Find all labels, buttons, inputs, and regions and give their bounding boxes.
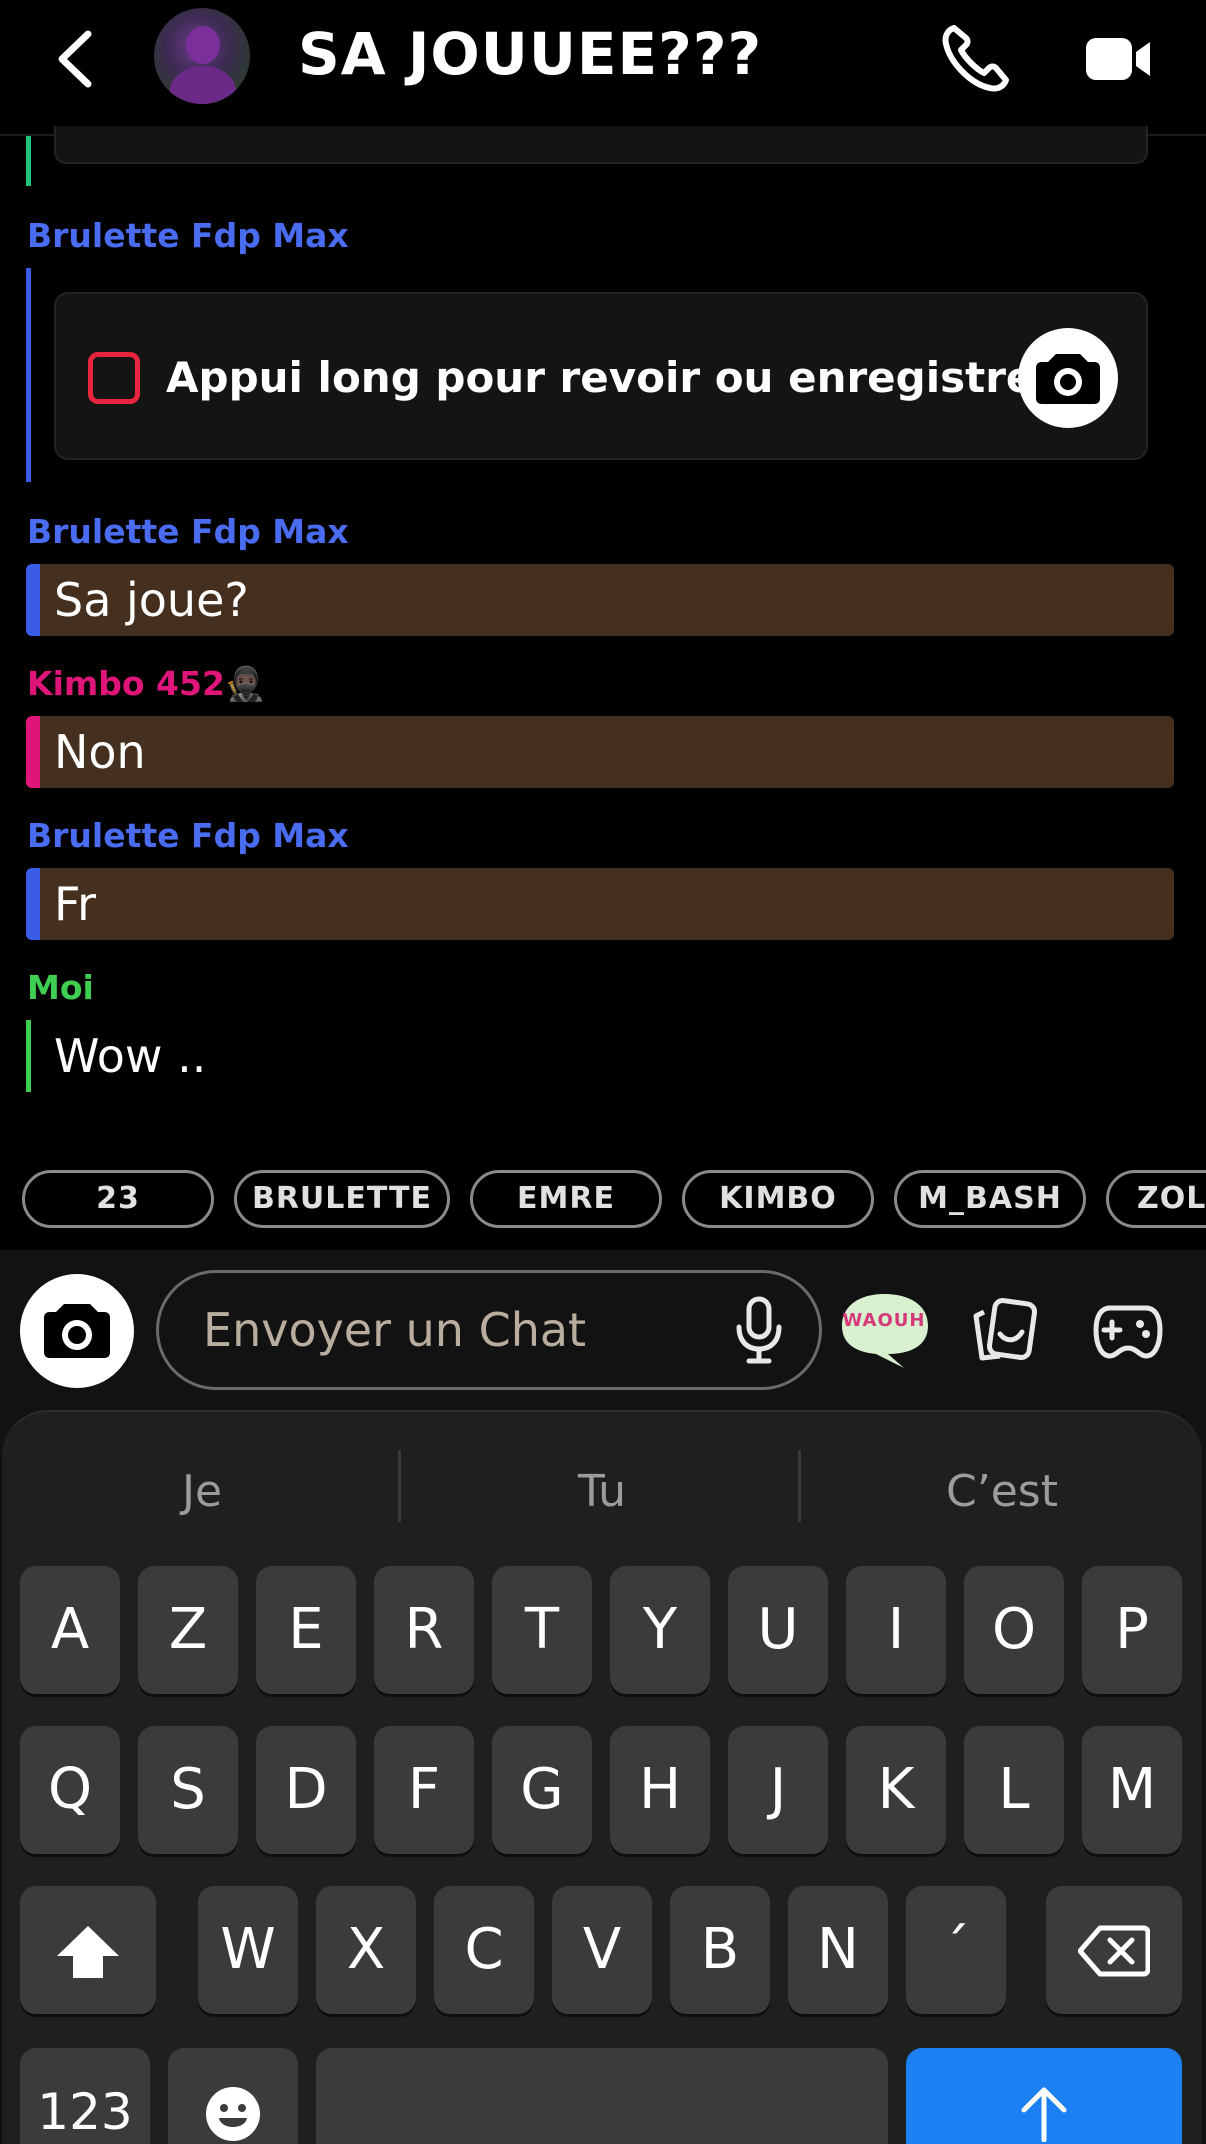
key[interactable]: S xyxy=(138,1726,238,1854)
camera-icon xyxy=(44,1304,110,1358)
chat-header: SA JOUUEE??? xyxy=(0,0,1206,136)
suggestion-item[interactable]: Tu xyxy=(402,1452,802,1532)
message-bar xyxy=(26,268,31,482)
shift-key[interactable] xyxy=(20,1886,156,2014)
send-key[interactable] xyxy=(906,2048,1182,2144)
key[interactable]: E xyxy=(256,1566,356,1694)
mention-chips: 23 BRULETTE EMRE KIMBO M_BASH ZOL xyxy=(0,1168,1206,1230)
mention-chip[interactable]: ZOL xyxy=(1106,1170,1206,1228)
key[interactable]: I xyxy=(846,1566,946,1694)
key[interactable]: D xyxy=(256,1726,356,1854)
message-sender: Kimbo 452🥷🏿 xyxy=(27,664,267,703)
key[interactable]: J xyxy=(728,1726,828,1854)
chat-input[interactable]: Envoyer un Chat xyxy=(156,1270,822,1390)
camera-button[interactable] xyxy=(20,1274,134,1388)
mention-chip[interactable]: KIMBO xyxy=(682,1170,874,1228)
mention-chip[interactable]: 23 xyxy=(22,1170,214,1228)
chat-message[interactable]: Non xyxy=(26,716,1174,788)
key[interactable]: ´ xyxy=(906,1886,1006,2014)
arrow-up-icon xyxy=(1021,2087,1067,2143)
message-bar xyxy=(26,136,31,186)
message-sender: Moi xyxy=(27,968,94,1007)
sticker-label: WAOUH xyxy=(842,1310,926,1331)
key[interactable]: M xyxy=(1082,1726,1182,1854)
opened-snap-icon xyxy=(88,352,140,404)
key[interactable]: V xyxy=(552,1886,652,2014)
key[interactable]: W xyxy=(198,1886,298,2014)
message-sender: Brulette Fdp Max xyxy=(27,216,349,255)
replay-snap-button[interactable] xyxy=(1018,328,1118,428)
key[interactable]: X xyxy=(316,1886,416,2014)
backspace-icon xyxy=(1077,1925,1151,1977)
backspace-key[interactable] xyxy=(1046,1886,1182,2014)
message-bar xyxy=(26,1020,31,1092)
suggestion-item[interactable]: C’est xyxy=(802,1452,1202,1532)
message-text[interactable]: Wow .. xyxy=(54,1020,206,1092)
message-text: Sa joue? xyxy=(54,573,249,627)
snap-message-text: Appui long pour revoir ou enregistrer xyxy=(166,353,1056,402)
chat-message[interactable]: Fr xyxy=(26,868,1174,940)
key[interactable]: G xyxy=(492,1726,592,1854)
phone-icon xyxy=(942,25,1009,92)
keyboard: Je Tu C’est A Z E R T Y U I O P Q S D F … xyxy=(0,1410,1206,2144)
voice-call-button[interactable] xyxy=(940,22,1012,94)
key[interactable]: A xyxy=(20,1566,120,1694)
key[interactable]: Q xyxy=(20,1726,120,1854)
message-sender: Brulette Fdp Max xyxy=(27,816,349,855)
games-button[interactable] xyxy=(1092,1300,1164,1362)
camera-icon xyxy=(1036,354,1100,404)
mention-chip[interactable]: BRULETTE xyxy=(234,1170,450,1228)
microphone-button[interactable] xyxy=(729,1295,789,1367)
chat-composer: Envoyer un Chat WAOUH xyxy=(0,1250,1206,1410)
chevron-left-icon xyxy=(58,30,92,88)
video-camera-icon xyxy=(1086,38,1150,80)
key[interactable]: N xyxy=(788,1886,888,2014)
chat-title[interactable]: SA JOUUEE??? xyxy=(298,14,762,94)
suggestion-divider xyxy=(798,1450,801,1522)
key[interactable]: B xyxy=(670,1886,770,2014)
key[interactable]: Z xyxy=(138,1566,238,1694)
message-text: Non xyxy=(54,725,146,779)
emoji-key[interactable] xyxy=(168,2048,298,2144)
mention-chip[interactable]: M_BASH xyxy=(894,1170,1086,1228)
back-button[interactable] xyxy=(50,24,110,94)
suggestion-divider xyxy=(398,1450,401,1522)
sticker-button[interactable]: WAOUH xyxy=(832,1290,936,1370)
chat-message[interactable]: Sa joue? xyxy=(26,564,1174,636)
emoji-icon xyxy=(206,2087,260,2141)
keyboard-panel: Je Tu C’est A Z E R T Y U I O P Q S D F … xyxy=(2,1410,1202,2144)
chat-input-placeholder: Envoyer un Chat xyxy=(203,1303,587,1357)
key[interactable]: K xyxy=(846,1726,946,1854)
memories-icon xyxy=(973,1298,1038,1361)
microphone-icon xyxy=(736,1296,782,1364)
numbers-key[interactable]: 123 xyxy=(20,2048,150,2144)
suggestion-item[interactable]: Je xyxy=(2,1452,402,1532)
space-key[interactable]: FR xyxy=(316,2048,888,2144)
key[interactable]: R xyxy=(374,1566,474,1694)
key[interactable]: L xyxy=(964,1726,1064,1854)
group-avatar[interactable] xyxy=(154,8,250,104)
shift-arrow-icon xyxy=(57,1926,119,1978)
key[interactable]: F xyxy=(374,1726,474,1854)
video-call-button[interactable] xyxy=(1082,28,1154,88)
previous-message-card xyxy=(54,126,1148,164)
key[interactable]: T xyxy=(492,1566,592,1694)
memories-button[interactable] xyxy=(970,1298,1042,1364)
message-sender: Brulette Fdp Max xyxy=(27,512,349,551)
snap-message-card[interactable]: Appui long pour revoir ou enregistrer xyxy=(54,292,1148,460)
key[interactable]: P xyxy=(1082,1566,1182,1694)
key[interactable]: H xyxy=(610,1726,710,1854)
gamepad-icon xyxy=(1093,1305,1163,1359)
key[interactable]: U xyxy=(728,1566,828,1694)
key[interactable]: Y xyxy=(610,1566,710,1694)
key[interactable]: O xyxy=(964,1566,1064,1694)
message-text: Fr xyxy=(54,877,97,931)
mention-chip[interactable]: EMRE xyxy=(470,1170,662,1228)
key[interactable]: C xyxy=(434,1886,534,2014)
